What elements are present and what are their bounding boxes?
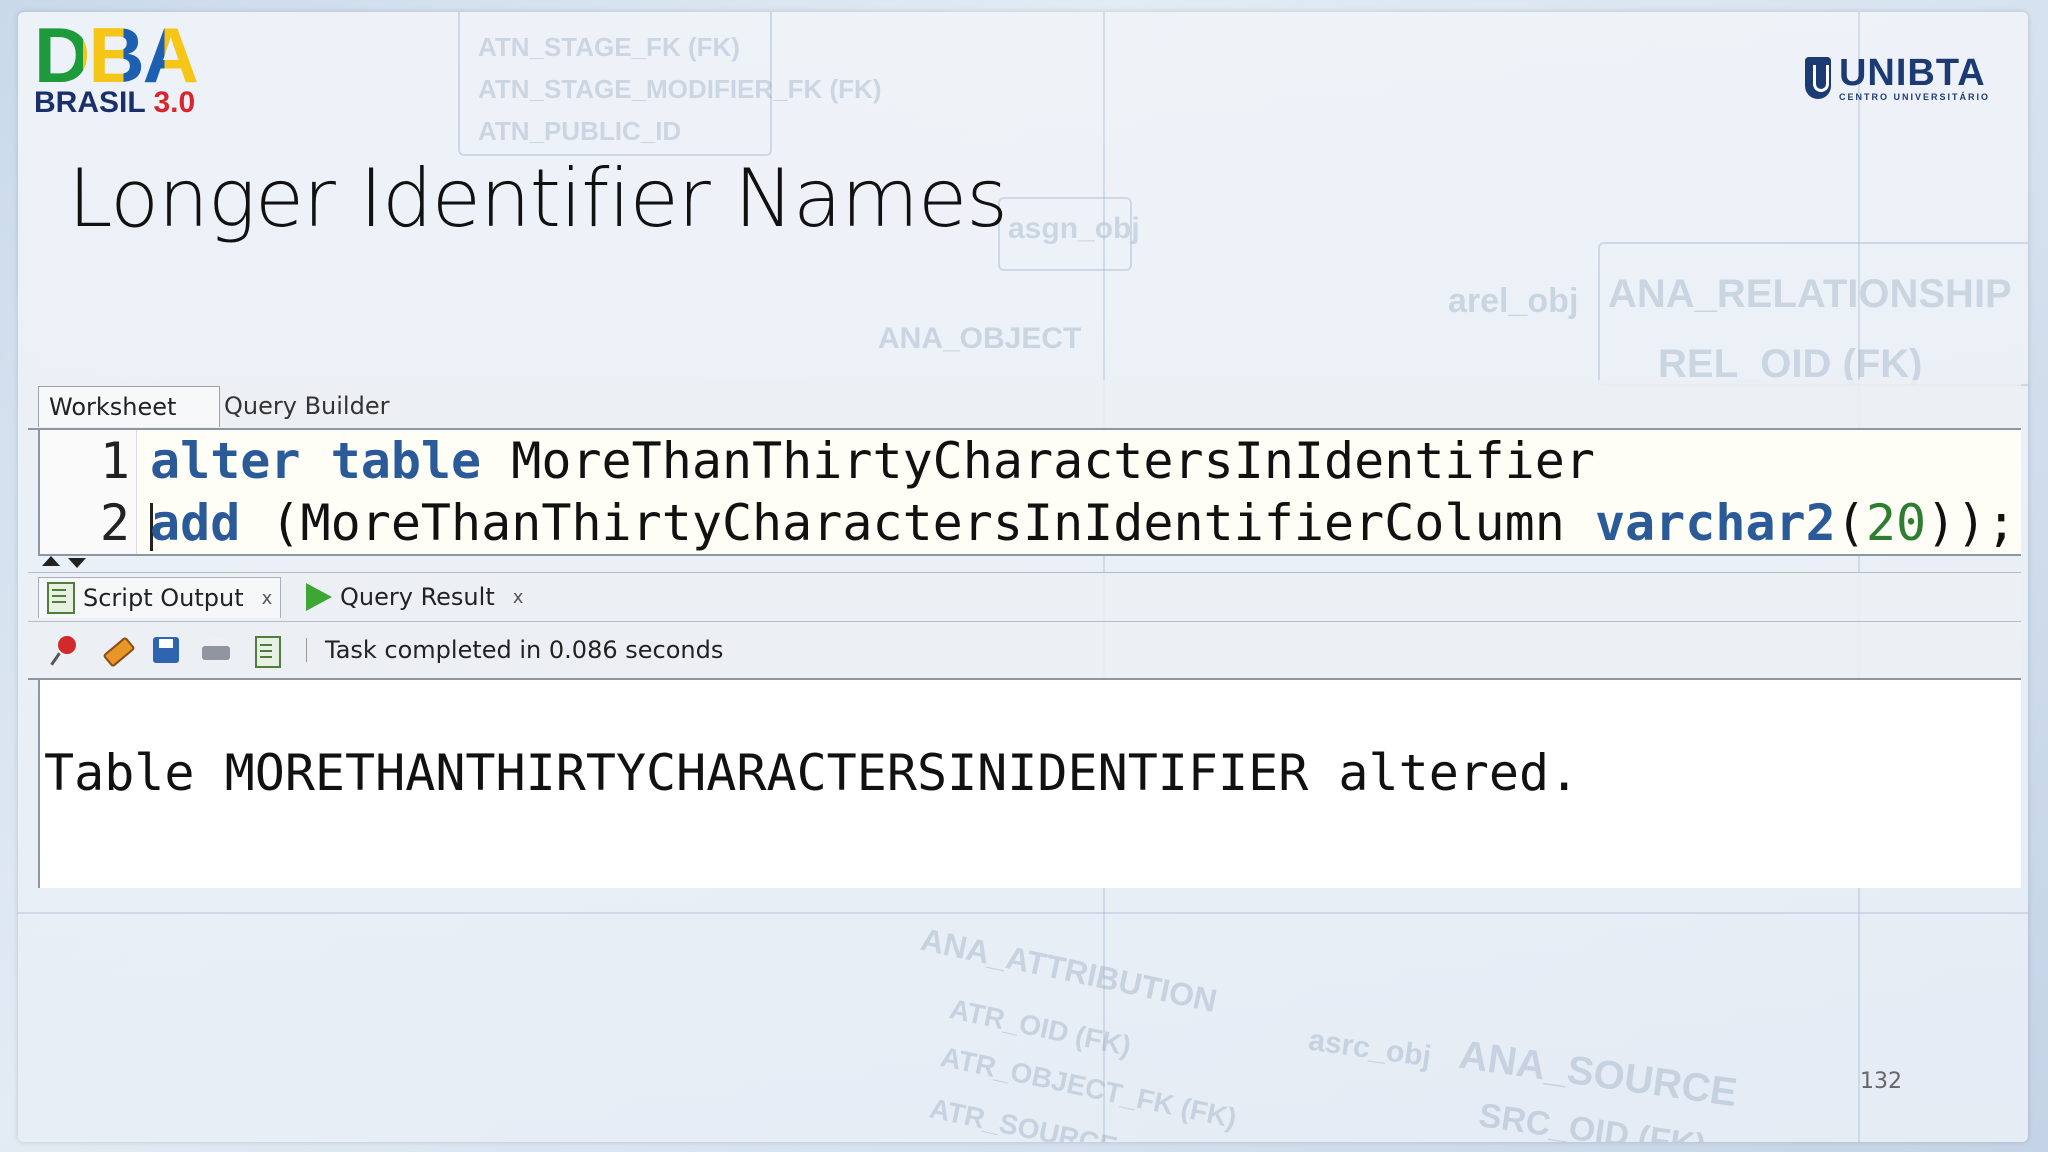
play-icon xyxy=(306,583,332,611)
print-icon[interactable] xyxy=(200,634,232,666)
tab-query-builder[interactable]: Query Builder xyxy=(214,386,399,426)
output-message: Table MORETHANTHIRTYCHARACTERSINIDENTIFI… xyxy=(44,744,1580,802)
output-toolbar: Task completed in 0.086 seconds xyxy=(28,622,2021,680)
slide-title: Longer Identifier Names xyxy=(68,152,1008,245)
pin-icon[interactable] xyxy=(50,634,82,666)
keyword: add xyxy=(150,494,241,552)
bg-label: ANA_OBJECT xyxy=(878,322,1082,355)
close-icon[interactable]: x xyxy=(513,587,524,608)
save-icon[interactable] xyxy=(150,634,182,666)
keyword: table xyxy=(330,432,482,490)
dba-logo-text: DBA xyxy=(34,12,199,99)
line-number: 2 xyxy=(99,494,130,552)
keyword: alter xyxy=(150,432,301,490)
dba-logo-version: 3.0 xyxy=(153,86,196,119)
sql-editor[interactable]: 1 alter table MoreThanThirtyCharactersIn… xyxy=(38,430,2021,556)
line-number: 1 xyxy=(99,432,130,490)
panel-splitter[interactable] xyxy=(28,556,2021,572)
unibta-name: UNIBTA xyxy=(1838,52,1986,94)
editor-tab-bar: Worksheet Query Builder xyxy=(28,380,2021,430)
slide: ATN_STAGE_FK (FK) ATN_STAGE_MODIFIER_FK … xyxy=(18,12,2028,1142)
script-output-icon xyxy=(47,582,75,614)
paren-open: ( xyxy=(1835,494,1866,552)
bg-label: ATN_STAGE_FK (FK) xyxy=(478,32,740,62)
code-line[interactable]: 2 add (MoreThanThirtyCharactersInIdentif… xyxy=(40,492,2017,554)
script-output-area[interactable]: Table MORETHANTHIRTYCHARACTERSINIDENTIFI… xyxy=(38,680,2021,888)
identifier: MoreThanThirtyCharactersInIdentifier xyxy=(511,432,1595,490)
code-line[interactable]: 1 alter table MoreThanThirtyCharactersIn… xyxy=(40,430,1595,492)
collapse-up-icon[interactable] xyxy=(42,556,60,566)
tab-query-result[interactable]: Query Result x xyxy=(298,577,531,617)
output-tab-bar: Script Output x Query Result x xyxy=(28,572,2021,622)
tab-script-output[interactable]: Script Output x xyxy=(38,577,282,618)
page-number: 132 xyxy=(1860,1069,1902,1094)
toolbar-divider xyxy=(306,638,307,662)
tab-label: Query Result xyxy=(340,583,495,611)
tab-worksheet[interactable]: Worksheet xyxy=(38,386,220,427)
paren-close: )); xyxy=(1926,494,2017,552)
dba-brasil-logo: DBA BRASIL 3.0 xyxy=(34,12,199,120)
dba-logo-country: BRASIL xyxy=(34,86,146,119)
bg-label: ANA_RELATIONSHIP xyxy=(1608,272,2012,316)
bg-label: ATN_STAGE_MODIFIER_FK (FK) xyxy=(478,74,882,104)
identifier: (MoreThanThirtyCharactersInIdentifierCol… xyxy=(240,494,1595,552)
document-icon[interactable] xyxy=(250,634,282,668)
bg-label: arel_obj xyxy=(1448,282,1579,320)
tab-label: Script Output xyxy=(83,584,244,612)
eraser-icon[interactable] xyxy=(100,634,132,666)
unibta-tagline: CENTRO UNIVERSITÁRIO xyxy=(1838,92,1990,102)
close-icon[interactable]: x xyxy=(262,588,273,609)
status-text: Task completed in 0.086 seconds xyxy=(325,636,724,664)
dba-logo-subtitle: BRASIL 3.0 xyxy=(34,86,197,120)
expand-down-icon[interactable] xyxy=(68,558,86,568)
type-keyword: varchar2 xyxy=(1594,494,1836,552)
sql-developer-panel: Worksheet Query Builder 1 alter table Mo… xyxy=(28,380,2021,888)
bg-label: ATN_PUBLIC_ID xyxy=(478,116,682,146)
bg-label: asrc_obj xyxy=(1306,1023,1434,1074)
number-literal: 20 xyxy=(1865,494,1927,552)
bg-label: asgn_obj xyxy=(1008,212,1140,245)
unibta-shield-icon xyxy=(1804,57,1831,99)
unibta-logo: UNIBTA CENTRO UNIVERSITÁRIO xyxy=(1804,52,1990,102)
